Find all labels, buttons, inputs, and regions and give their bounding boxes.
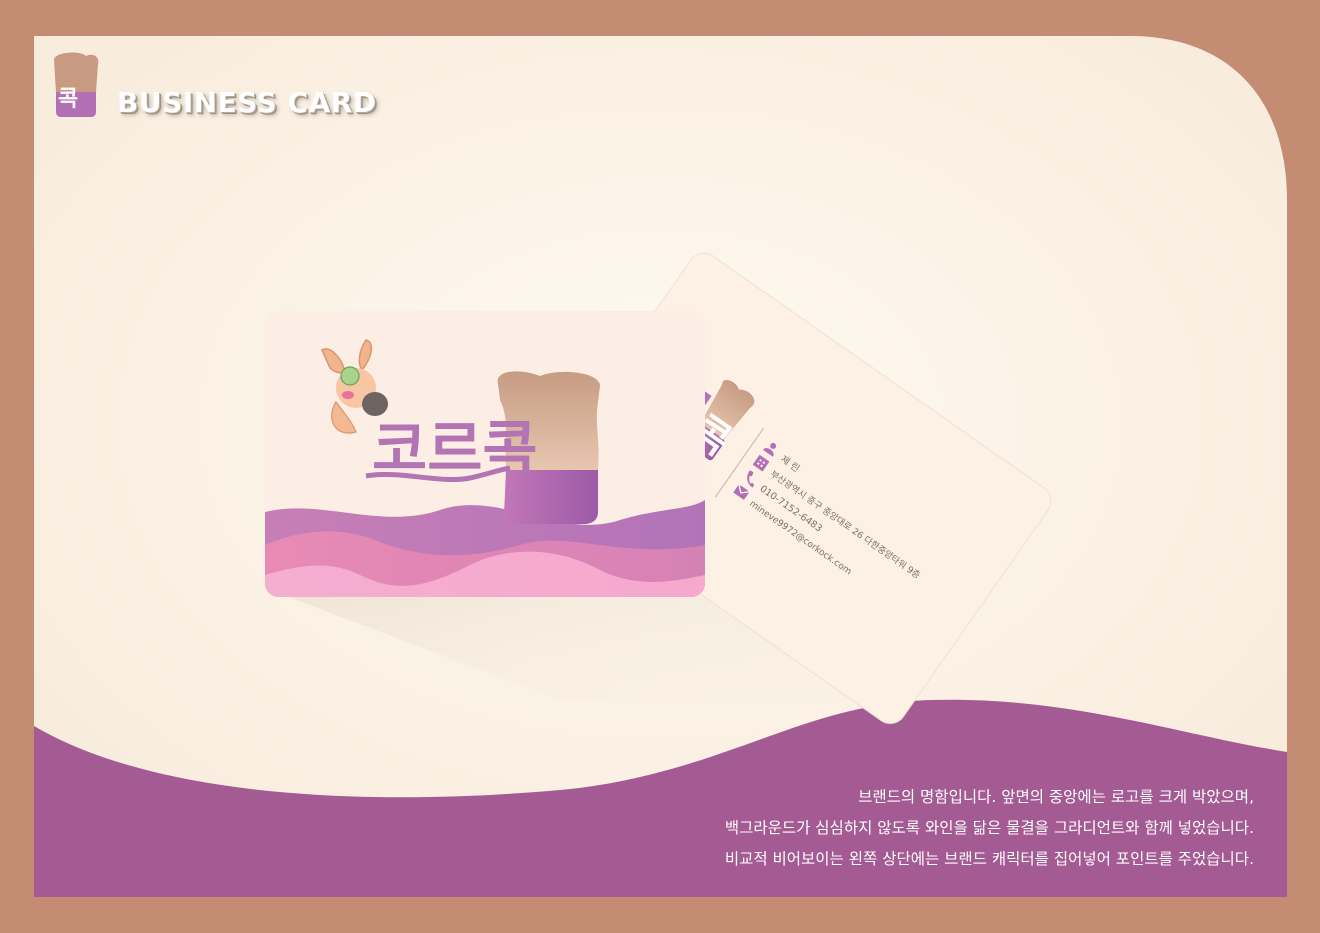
page: 코르 콕 제 린 부산광역시 중구 중앙대로 26 다한중앙타워 9층 010-… <box>0 0 1320 933</box>
description: 브랜드의 명함입니다. 앞면의 중앙에는 로고를 크게 박았으며, 백그라운드가… <box>725 782 1254 875</box>
header-logo: 콕 <box>54 52 99 117</box>
page-title: BUSINESS CARD <box>117 86 377 119</box>
svg-text:콕: 콕 <box>58 87 78 112</box>
description-line-2: 백그라운드가 심심하지 않도록 와인을 닮은 물결을 그라디언트와 함께 넣었습… <box>724 819 1254 837</box>
description-line-1: 브랜드의 명함입니다. 앞면의 중앙에는 로고를 크게 박았으며, <box>858 788 1254 806</box>
description-line-3: 비교적 비어보이는 왼쪽 상단에는 브랜드 캐릭터를 집어넣어 포인트를 주었습… <box>724 850 1254 868</box>
front-card-logo-text: 코르콕 <box>372 415 538 485</box>
front-card: 코르콕 <box>265 311 705 597</box>
